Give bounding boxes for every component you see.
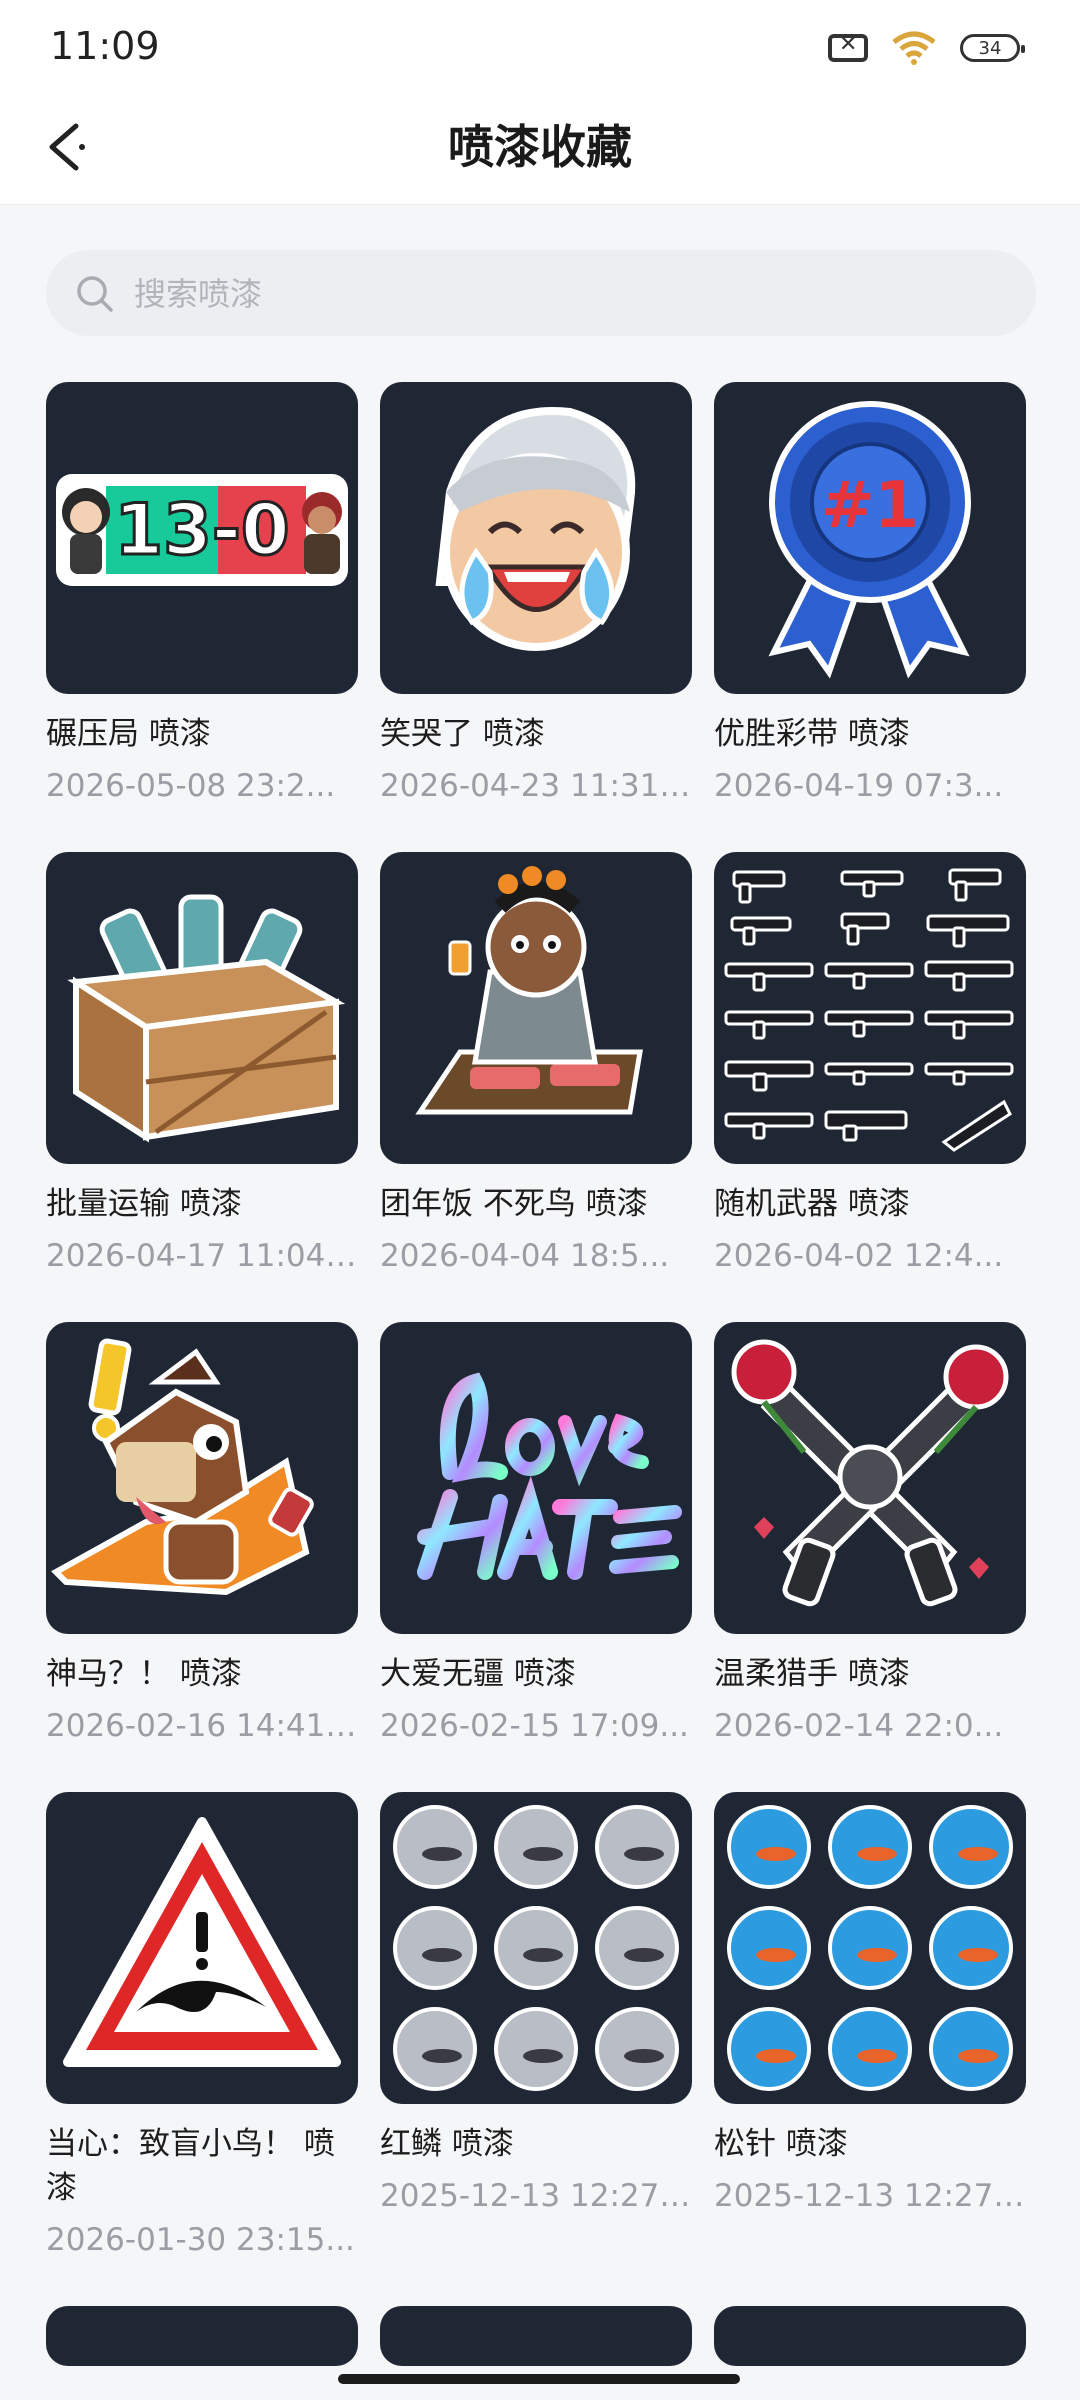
battery-level: 34 (978, 37, 1002, 59)
blue-waves-koi-icon (727, 1805, 1013, 2091)
spray-thumbnail[interactable] (46, 1322, 358, 1634)
spray-thumbnail[interactable]: #1 (714, 382, 1026, 694)
laughing-crying-face-icon (435, 407, 636, 651)
status-icons: 34 (828, 30, 1025, 66)
spray-thumbnail[interactable] (380, 2306, 692, 2366)
spray-card[interactable]: 松针 喷漆 2025-12-13 12:27:... (714, 1792, 1026, 2218)
header-bar: 喷漆收藏 (0, 92, 1080, 205)
spray-name: 神马？！ 喷漆 (46, 1656, 242, 1692)
spray-card[interactable]: 温柔猎手 喷漆 2026-02-14 22:0... (714, 1322, 1026, 1748)
spray-thumbnail[interactable] (714, 1792, 1026, 2104)
spray-card-partial[interactable] (380, 2306, 692, 2366)
spray-thumbnail[interactable] (380, 382, 692, 694)
spray-card[interactable]: 大爱无疆 喷漆 2026-02-15 17:09... (380, 1322, 692, 1748)
blue-ribbon-rank-1-icon: #1 (768, 401, 971, 679)
spray-card[interactable]: #1 优胜彩带 喷漆 2026-04-19 07:3... (714, 382, 1026, 808)
spray-name: 笑哭了 喷漆 (380, 716, 545, 752)
spray-name: 当心：致盲小鸟！ 喷漆 (46, 2126, 335, 2206)
spray-date: 2026-04-19 07:3... (714, 768, 1004, 804)
spray-card[interactable]: 团年饭 不死鸟 喷漆 2026-04-04 18:5... (380, 852, 692, 1278)
wifi-icon (892, 31, 936, 65)
spray-name: 随机武器 喷漆 (714, 1186, 910, 1222)
spray-name: 松针 喷漆 (714, 2126, 848, 2162)
spray-card[interactable]: 笑哭了 喷漆 2026-04-23 11:31:... (380, 382, 692, 808)
warning-triangle-bird-icon (63, 1817, 341, 2067)
home-indicator[interactable] (338, 2374, 740, 2384)
svg-text:#1: #1 (821, 469, 919, 543)
spray-card[interactable]: 红鳞 喷漆 2025-12-13 12:27:... (380, 1792, 692, 2218)
status-time: 11:09 (50, 24, 160, 68)
status-bar: 11:09 34 (0, 0, 1080, 92)
spray-thumbnail[interactable] (714, 2306, 1026, 2366)
crate-of-canisters-icon (67, 894, 346, 1143)
spray-thumbnail[interactable] (714, 1322, 1026, 1634)
spray-date: 2026-04-02 12:4... (714, 1238, 1004, 1274)
spray-card-partial[interactable] (714, 2306, 1026, 2366)
surprised-horse-icon (51, 1338, 314, 1596)
grey-waves-koi-icon (393, 1805, 679, 2091)
spray-card[interactable]: 13-0 碾压局 喷漆 2026-05-08 23:2... (46, 382, 358, 808)
spray-date: 2026-01-30 23:15... (46, 2222, 355, 2258)
search-bar[interactable] (46, 250, 1036, 338)
spray-date: 2025-12-13 12:27:... (380, 2178, 692, 2214)
spray-card[interactable]: 当心：致盲小鸟！ 喷漆 2026-01-30 23:15... (46, 1792, 358, 2262)
spray-card[interactable]: 随机武器 喷漆 2026-04-02 12:4... (714, 852, 1026, 1278)
love-over-hate-text-icon (417, 1372, 682, 1580)
spray-date: 2026-04-23 11:31:... (380, 768, 692, 804)
spray-thumbnail[interactable] (46, 2306, 358, 2366)
spray-date: 2026-02-16 14:41:... (46, 1708, 358, 1744)
spray-card[interactable]: 神马？！ 喷漆 2026-02-16 14:41:... (46, 1322, 358, 1748)
spray-thumbnail[interactable] (714, 852, 1026, 1164)
spray-name: 批量运输 喷漆 (46, 1186, 242, 1222)
crossed-pistols-roses-icon (731, 1339, 1009, 1607)
spray-name: 温柔猎手 喷漆 (714, 1656, 910, 1692)
spray-thumbnail[interactable]: 13-0 (46, 382, 358, 694)
spray-date: 2026-05-08 23:2... (46, 768, 336, 804)
battery-icon: 34 (960, 34, 1025, 62)
spray-name: 碾压局 喷漆 (46, 716, 211, 752)
spray-date: 2026-02-14 22:0... (714, 1708, 1004, 1744)
spray-name: 优胜彩带 喷漆 (714, 716, 910, 752)
svg-text:13-0: 13-0 (114, 489, 289, 571)
new-year-dinner-character-icon (415, 866, 643, 1115)
spray-thumbnail[interactable] (46, 1792, 358, 2104)
spray-card-partial[interactable] (46, 2306, 358, 2366)
spray-date: 2026-02-15 17:09... (380, 1708, 689, 1744)
spray-thumbnail[interactable] (46, 852, 358, 1164)
spray-name: 红鳞 喷漆 (380, 2126, 514, 2162)
spray-date: 2026-04-17 11:04:... (46, 1238, 358, 1274)
page-title: 喷漆收藏 (448, 120, 632, 174)
spray-thumbnail[interactable] (380, 1792, 692, 2104)
spray-card[interactable]: 批量运输 喷漆 2026-04-17 11:04:... (46, 852, 358, 1278)
spray-thumbnail[interactable] (380, 1322, 692, 1634)
search-input[interactable] (132, 250, 996, 338)
spray-thumbnail[interactable] (380, 852, 692, 1164)
spray-date: 2025-12-13 12:27:... (714, 2178, 1026, 2214)
spray-name: 团年饭 不死鸟 喷漆 (380, 1186, 648, 1222)
weapons-grid-icon (724, 868, 1014, 1152)
spray-date: 2026-04-04 18:5... (380, 1238, 670, 1274)
no-sim-icon (828, 32, 868, 62)
spray-name: 大爱无疆 喷漆 (380, 1656, 576, 1692)
search-icon (77, 276, 113, 312)
score-13-0-icon: 13-0 (56, 474, 348, 586)
